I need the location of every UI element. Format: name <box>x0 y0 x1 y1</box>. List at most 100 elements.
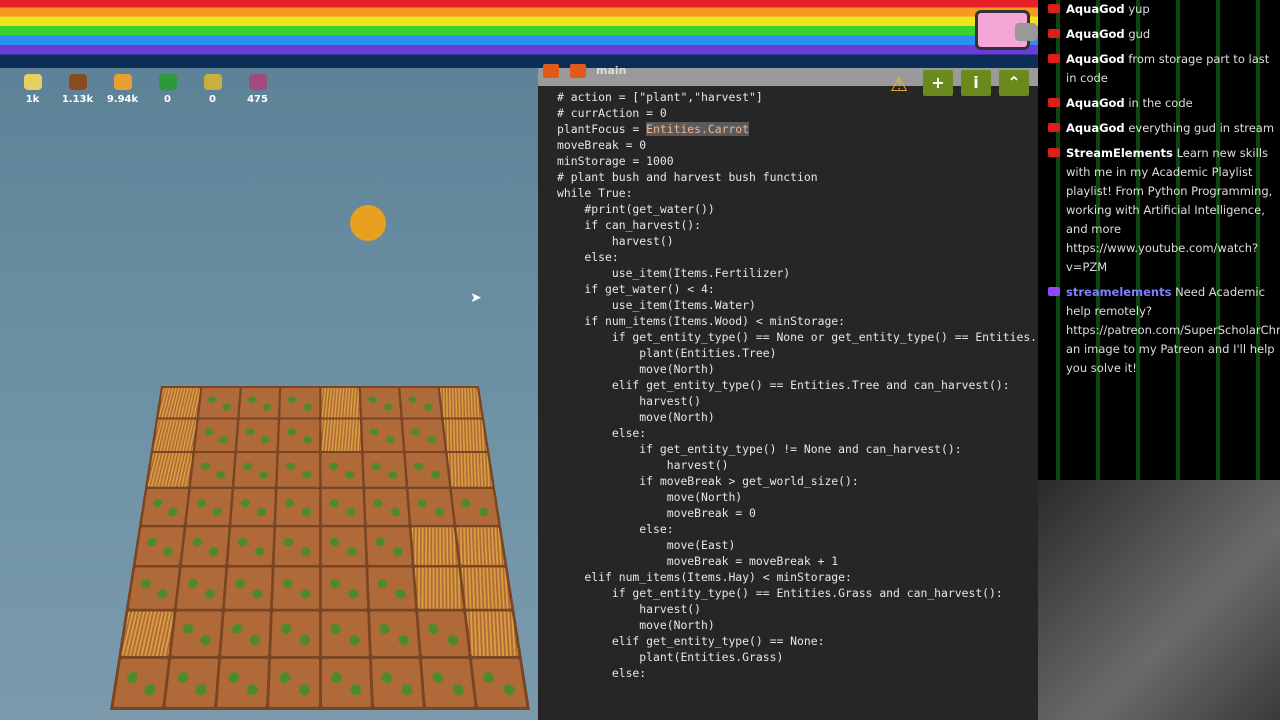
chat-username: AquaGod <box>1066 2 1125 16</box>
chat-message: AquaGod in the code <box>1038 94 1280 113</box>
code-line: if get_entity_type() == None or get_enti… <box>557 330 1038 344</box>
resource-count: 0 <box>209 94 216 105</box>
farm-tile <box>405 452 449 487</box>
resource-pumpkin: 475 <box>235 74 280 105</box>
chat-message: AquaGod everything gud in stream <box>1038 119 1280 138</box>
chat-message: AquaGod from storage part to last in cod… <box>1038 50 1280 88</box>
code-line: if moveBreak > get_world_size(): <box>557 474 859 488</box>
farm-tile <box>321 419 361 451</box>
farm-tile <box>471 658 527 707</box>
resource-water: 0 <box>145 74 190 105</box>
resource-carrot: 9.94k <box>100 74 145 105</box>
farm-tile <box>414 567 464 609</box>
farm-tile <box>369 611 419 657</box>
farm-tile <box>195 419 238 451</box>
code-line: harvest() <box>557 394 702 408</box>
farm-tile <box>321 488 364 525</box>
chat-text: everything gud in stream <box>1128 121 1275 135</box>
farm-tile <box>321 526 366 566</box>
farm-tile <box>367 567 415 609</box>
code-line: moveBreak = 0 <box>557 138 647 152</box>
farm-tile <box>402 419 445 451</box>
farm-tile <box>321 611 369 657</box>
code-line: moveBreak = moveBreak + 1 <box>557 554 839 568</box>
farm-tile <box>269 658 319 707</box>
stop-button[interactable] <box>543 64 559 78</box>
code-line: moveBreak = 0 <box>557 506 756 520</box>
code-line: move(East) <box>557 538 736 552</box>
twitch-icon <box>1048 287 1060 296</box>
resource-count: 9.94k <box>106 94 139 105</box>
code-line: harvest() <box>557 602 702 616</box>
farm-tile <box>158 387 201 418</box>
code-text[interactable]: # action = ["plant","harvest"] # currActi… <box>557 89 1037 681</box>
stream-chat: AquaGod yup AquaGod gud AquaGod from stora… <box>1038 0 1280 480</box>
farm-tile <box>217 658 269 707</box>
code-line: else: <box>557 522 674 536</box>
farm-tile <box>321 387 360 418</box>
farm-tile <box>121 611 174 657</box>
youtube-icon <box>1048 29 1060 38</box>
farm-tile <box>165 658 219 707</box>
code-line: elif get_entity_type() == None: <box>557 634 825 648</box>
farm-tile <box>443 419 487 451</box>
farm-tile <box>147 452 193 487</box>
farm-tile <box>321 567 367 609</box>
code-line: minStorage = 1000 <box>557 154 674 168</box>
code-line: harvest() <box>557 458 729 472</box>
farm-tile <box>451 488 499 525</box>
farm-tile <box>181 526 229 566</box>
youtube-icon <box>1048 123 1060 132</box>
farm-tile <box>279 419 319 451</box>
fertilizer-icon <box>203 74 222 90</box>
code-line: elif get_entity_type() == Entities.Tree … <box>557 378 1010 392</box>
farm-tile <box>321 658 371 707</box>
code-line: elif num_items(Items.Hay) < minStorage: <box>557 570 852 584</box>
nyan-cat-icon <box>975 10 1037 50</box>
youtube-icon <box>1048 4 1060 13</box>
wood-icon <box>68 74 87 90</box>
farm-tile <box>447 452 493 487</box>
farm-tile <box>277 452 319 487</box>
farm-tile <box>400 387 441 418</box>
pumpkin-icon <box>248 74 267 90</box>
farm-tile <box>274 526 319 566</box>
resource-count: 475 <box>247 94 268 105</box>
farm-tile <box>363 452 406 487</box>
farm-tile <box>113 658 169 707</box>
code-editor-window[interactable]: main ⚠ + i ⌃ # action = ["plant","harves… <box>538 64 1038 720</box>
resource-hay: 1k <box>10 74 55 105</box>
chat-username: AquaGod <box>1066 96 1125 110</box>
nyan-cat-banner <box>0 0 1038 68</box>
chat-text: gud <box>1128 27 1151 41</box>
farm-tile <box>239 387 280 418</box>
editor-title: main <box>596 64 627 77</box>
code-line: else: <box>557 666 647 680</box>
chat-username: streamelements <box>1066 285 1172 299</box>
code-line: move(North) <box>557 410 715 424</box>
farm-tile <box>461 567 512 609</box>
chat-username: AquaGod <box>1066 121 1125 135</box>
water-icon <box>158 74 177 90</box>
code-line: # plant bush and harvest bush function <box>557 170 818 184</box>
farm-tile <box>466 611 519 657</box>
resource-count: 1k <box>25 94 40 105</box>
farm-tile <box>280 387 319 418</box>
code-line: # currAction = 0 <box>557 106 667 120</box>
farm-tile <box>199 387 240 418</box>
code-line: harvest() <box>557 234 674 248</box>
farm-tile <box>408 488 454 525</box>
youtube-icon <box>1048 148 1060 157</box>
pause-button[interactable] <box>570 64 586 78</box>
farm-tile <box>271 611 319 657</box>
drone <box>350 205 386 241</box>
chat-message: AquaGod gud <box>1038 25 1280 44</box>
farm-tile <box>225 567 273 609</box>
chat-message: streamelements Need Academic help remote… <box>1038 283 1280 378</box>
game-viewport[interactable]: 1k 1.13k 9.94k 0 0 475 ➤ <box>0 0 538 720</box>
farm-tile <box>228 526 274 566</box>
resource-count: 1.13k <box>61 94 94 105</box>
farm-tile <box>135 526 184 566</box>
code-line: move(North) <box>557 618 715 632</box>
chat-text: yup <box>1128 2 1150 16</box>
